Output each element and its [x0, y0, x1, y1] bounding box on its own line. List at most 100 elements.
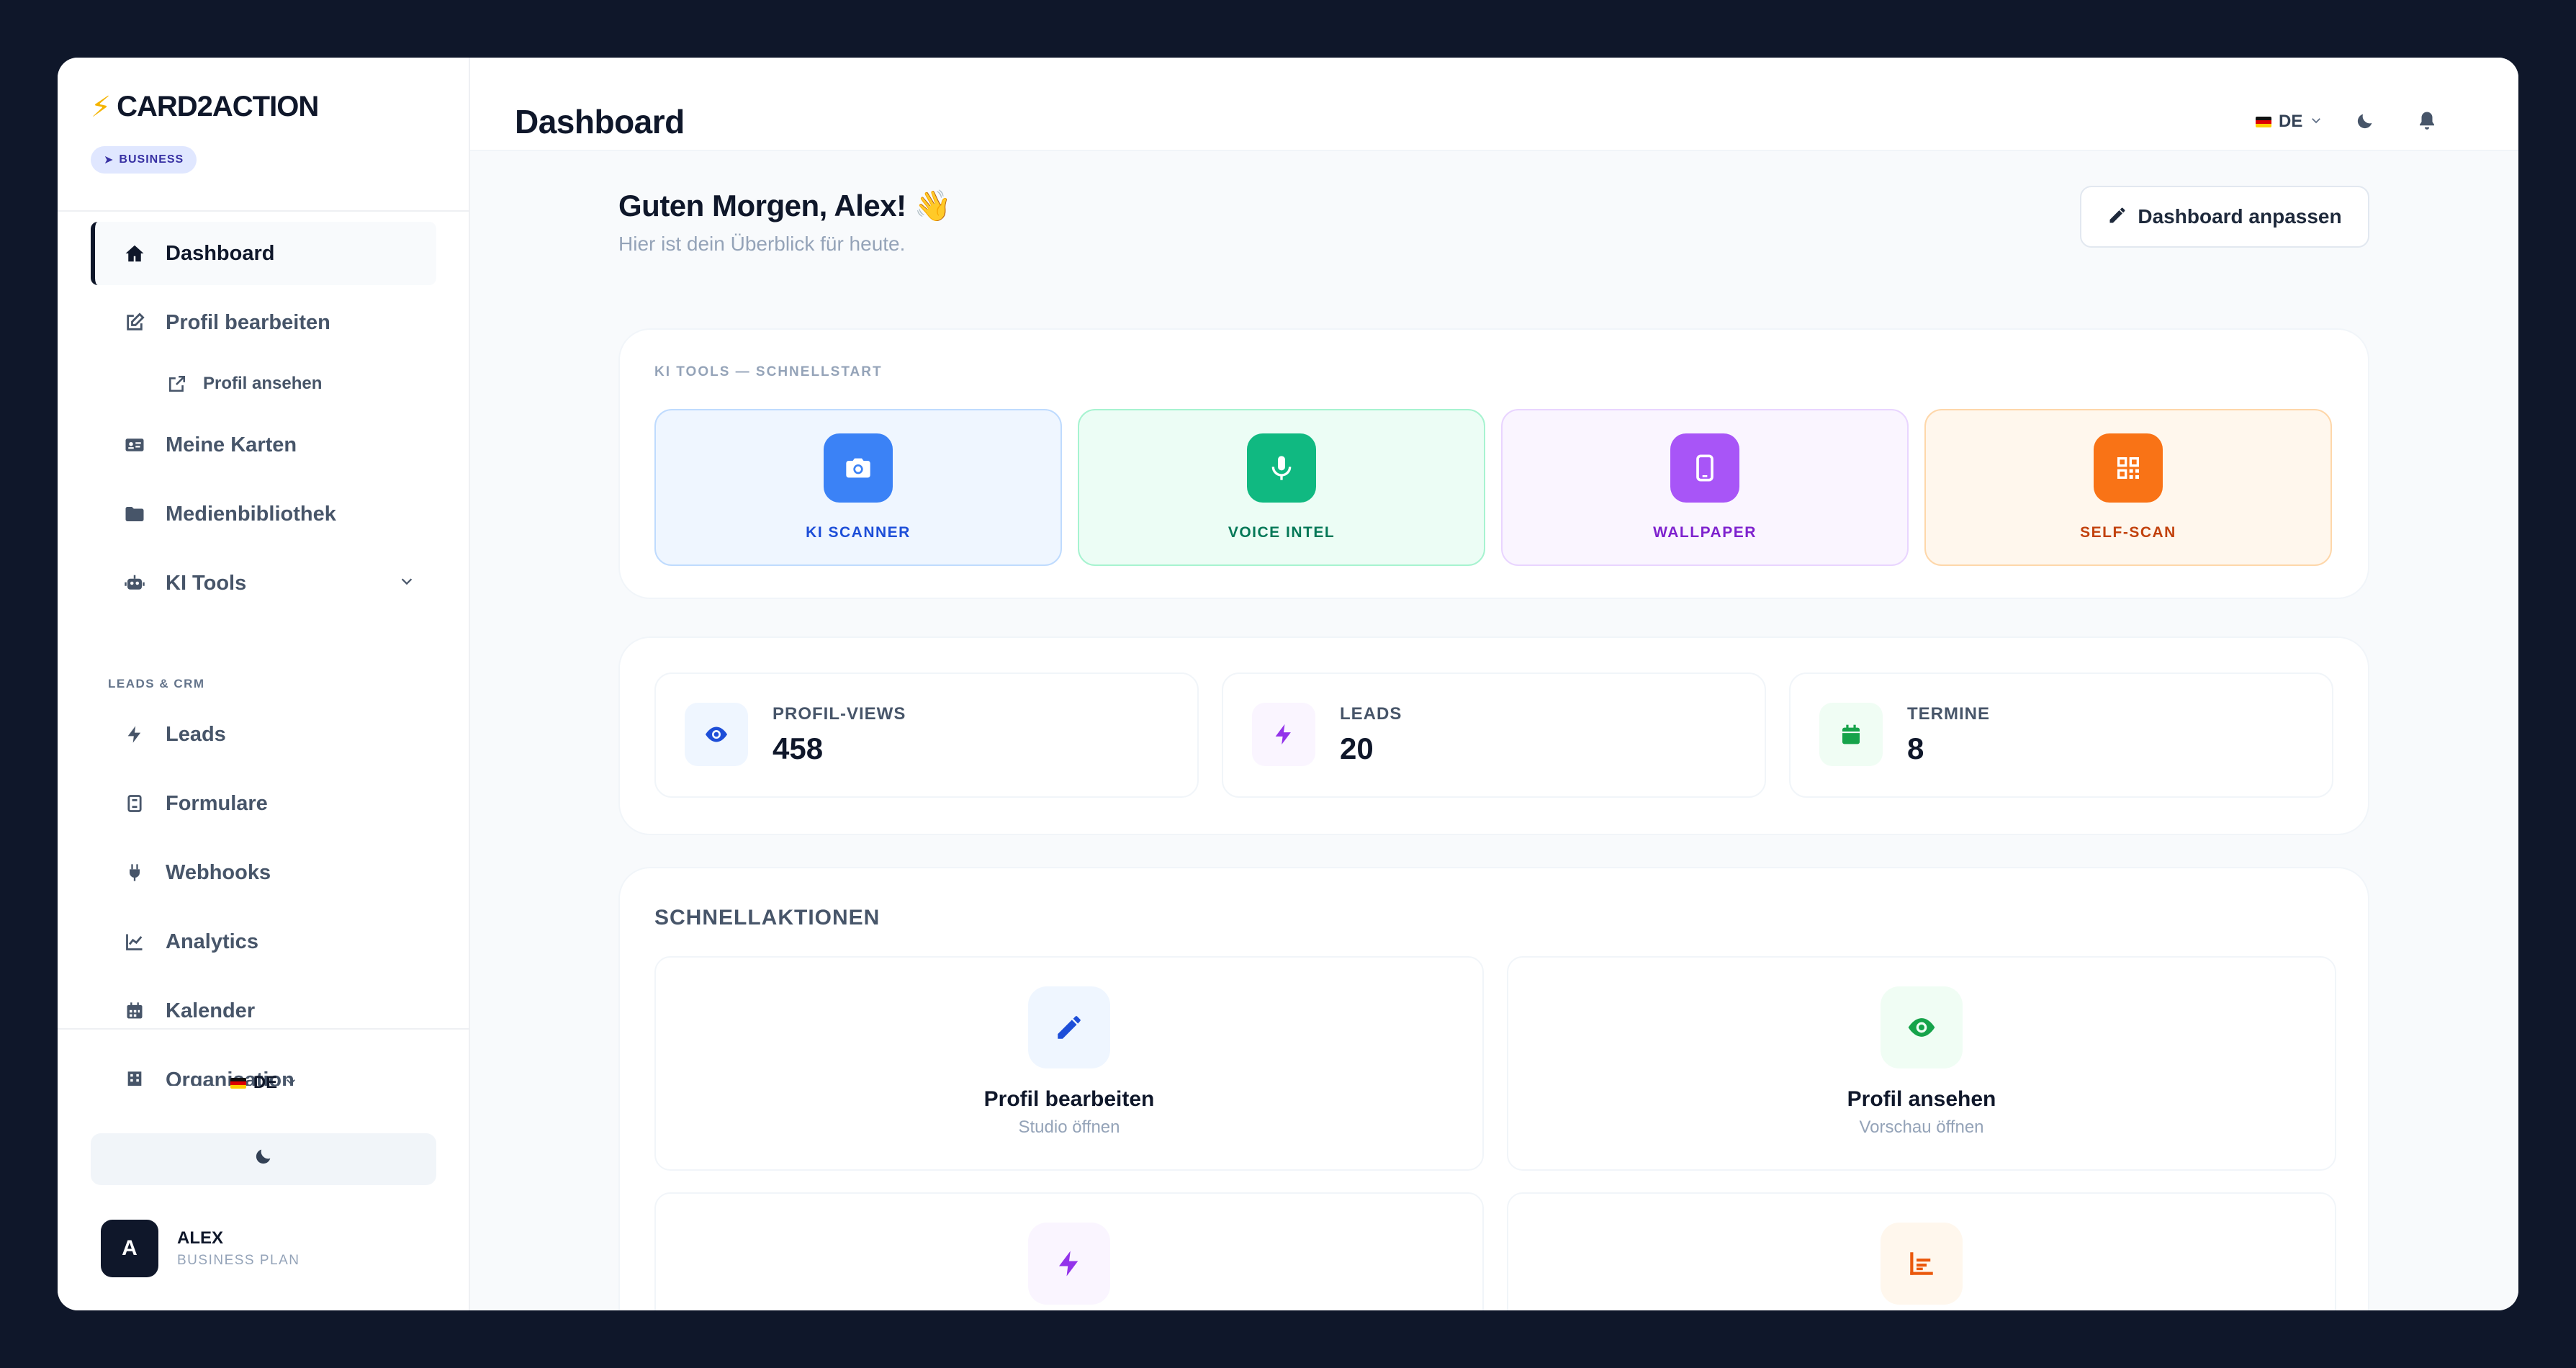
language-code: DE: [253, 1073, 278, 1092]
calendar-icon: [122, 999, 147, 1023]
sidebar-item-label: Kalender: [166, 999, 256, 1022]
customize-dashboard-button[interactable]: Dashboard anpassen: [2080, 186, 2369, 248]
sidebar-item-label: Leads: [166, 722, 226, 746]
page-title: Dashboard: [515, 103, 685, 140]
greeting: Guten Morgen, Alex! 👋 Hier ist dein Über…: [618, 189, 952, 256]
chart-line-icon: [122, 930, 147, 954]
quick-actions-heading: SCHNELLAKTIONEN: [654, 906, 881, 930]
bolt-icon: [1252, 703, 1315, 766]
quick-action-analytics[interactable]: [1507, 1192, 2336, 1310]
plan-badge: ➤ BUSINESS: [91, 146, 197, 174]
sidebar-item-label: Profil bearbeiten: [166, 310, 330, 334]
user-name: ALEX: [177, 1228, 224, 1248]
ki-tools-heading: KI TOOLS — SCHNELLSTART: [654, 364, 883, 379]
chevron-down-icon: [2310, 114, 2323, 130]
folder-icon: [122, 502, 147, 526]
quick-action-subtitle: Studio öffnen: [1018, 1117, 1120, 1137]
tool-label: KI SCANNER: [806, 524, 911, 541]
stat-value: 20: [1340, 732, 1374, 765]
language-selector[interactable]: DE: [58, 1073, 470, 1093]
sidebar-nav: Dashboard Profil bearbeiten Profil anseh…: [91, 222, 436, 1086]
sidebar-item-label: Formulare: [166, 791, 268, 815]
german-flag-icon: [2256, 116, 2271, 127]
ki-tools-card: KI TOOLS — SCHNELLSTART KI SCANNER VOICE…: [618, 328, 2369, 599]
stat-label: LEADS: [1340, 704, 1402, 724]
voice-intel-button[interactable]: VOICE INTEL: [1078, 409, 1485, 566]
sidebar-item-meine-karten[interactable]: Meine Karten: [91, 413, 436, 477]
eye-icon: [685, 703, 748, 766]
calendar-icon: [1819, 703, 1883, 766]
stats-card: PROFIL-VIEWS 458 LEADS 20 TERMINE 8: [618, 636, 2369, 835]
tool-label: SELF-SCAN: [2080, 524, 2176, 541]
app-window: ⚡ CARD2ACTION ➤ BUSINESS Dashboard Profi…: [58, 58, 2518, 1310]
divider: [58, 1028, 470, 1030]
stat-label: PROFIL-VIEWS: [773, 704, 906, 724]
sidebar-item-profil-ansehen[interactable]: Profil ansehen: [91, 360, 436, 408]
stat-value: 8: [1907, 732, 1924, 765]
eye-icon: [1881, 986, 1963, 1068]
rocket-icon: ➤: [104, 154, 114, 166]
quick-action-title: Profil ansehen: [1847, 1087, 1996, 1111]
quick-action-title: Profil bearbeiten: [983, 1087, 1155, 1111]
moon-icon: [253, 1146, 274, 1172]
german-flag-icon: [230, 1077, 246, 1089]
nav-section-label: LEADS & CRM: [108, 677, 205, 690]
sidebar-item-formulare[interactable]: Formulare: [91, 772, 436, 835]
plug-icon: [122, 860, 147, 885]
stat-termine[interactable]: TERMINE 8: [1789, 672, 2333, 798]
quick-action-profil-ansehen[interactable]: Profil ansehen Vorschau öffnen: [1507, 956, 2336, 1171]
avatar: A: [101, 1220, 158, 1277]
sidebar-item-label: Analytics: [166, 930, 258, 953]
customize-dashboard-label: Dashboard anpassen: [2138, 205, 2342, 228]
sidebar-item-medienbibliothek[interactable]: Medienbibliothek: [91, 482, 436, 546]
robot-icon: [122, 571, 147, 595]
brand-name: CARD2ACTION: [117, 91, 319, 122]
sidebar-item-leads[interactable]: Leads: [91, 703, 436, 766]
user-profile[interactable]: A ALEX BUSINESS PLAN: [101, 1220, 300, 1277]
sidebar-item-kalender[interactable]: Kalender: [91, 979, 436, 1043]
sidebar-item-ki-tools[interactable]: KI Tools: [91, 552, 436, 615]
bell-icon[interactable]: [2414, 108, 2440, 134]
edit-icon: [122, 310, 147, 335]
bolt-icon: [122, 722, 147, 747]
camera-icon: [824, 433, 893, 503]
stat-profile-views[interactable]: PROFIL-VIEWS 458: [654, 672, 1199, 798]
id-card-icon: [122, 433, 147, 457]
topbar: Dashboard DE: [470, 58, 2518, 151]
external-link-icon: [167, 374, 187, 394]
pencil-icon: [1028, 986, 1110, 1068]
chevron-down-icon: [399, 573, 415, 593]
main-content: Dashboard DE Guten Morgen, Alex! 👋 Hier …: [470, 58, 2518, 1310]
plan-badge-label: BUSINESS: [119, 153, 184, 166]
bolt-icon: [1028, 1223, 1110, 1305]
stat-value: 458: [773, 732, 824, 765]
stat-label: TERMINE: [1907, 704, 1990, 724]
sidebar: ⚡ CARD2ACTION ➤ BUSINESS Dashboard Profi…: [58, 58, 470, 1310]
ki-scanner-button[interactable]: KI SCANNER: [654, 409, 1062, 566]
phone-icon: [1670, 433, 1739, 503]
sidebar-item-label: Meine Karten: [166, 433, 297, 456]
bolt-icon: ⚡: [91, 91, 112, 123]
pencil-icon: [2107, 205, 2127, 229]
language-selector[interactable]: DE: [2256, 112, 2323, 132]
language-code: DE: [2279, 112, 2303, 131]
moon-icon[interactable]: [2352, 108, 2378, 134]
sidebar-item-analytics[interactable]: Analytics: [91, 910, 436, 973]
brand-logo[interactable]: ⚡ CARD2ACTION: [91, 91, 319, 123]
chevron-down-icon: [284, 1075, 297, 1092]
sidebar-item-webhooks[interactable]: Webhooks: [91, 841, 436, 904]
self-scan-button[interactable]: SELF-SCAN: [1924, 409, 2332, 566]
greeting-title: Guten Morgen, Alex! 👋: [618, 189, 952, 222]
sidebar-item-label: Webhooks: [166, 860, 271, 884]
wallpaper-button[interactable]: WALLPAPER: [1501, 409, 1909, 566]
stat-leads[interactable]: LEADS 20: [1222, 672, 1766, 798]
quick-action-profil-bearbeiten[interactable]: Profil bearbeiten Studio öffnen: [654, 956, 1484, 1171]
theme-toggle-button[interactable]: [91, 1133, 436, 1185]
form-icon: [122, 791, 147, 816]
sidebar-item-dashboard[interactable]: Dashboard: [91, 222, 436, 285]
sidebar-item-label: KI Tools: [166, 571, 247, 595]
bar-chart-icon: [1881, 1223, 1963, 1305]
user-plan: BUSINESS PLAN: [177, 1253, 300, 1268]
quick-action-leads[interactable]: [654, 1192, 1484, 1310]
sidebar-item-profil-bearbeiten[interactable]: Profil bearbeiten: [91, 291, 436, 354]
